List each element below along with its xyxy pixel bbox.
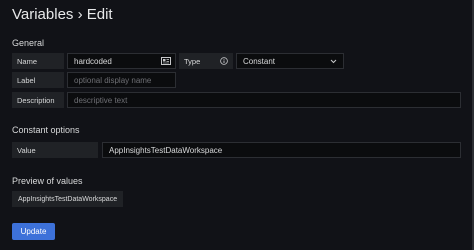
label-label: Label — [12, 72, 64, 88]
label-input[interactable] — [74, 75, 175, 85]
label-field[interactable] — [67, 72, 176, 88]
type-select[interactable]: Constant — [236, 53, 344, 69]
type-select-value: Constant — [243, 56, 276, 66]
value-label: Value — [12, 142, 98, 158]
page-title: Variables › Edit — [12, 6, 113, 23]
name-label: Name — [12, 53, 64, 69]
id-card-icon — [161, 57, 171, 65]
type-label: Type — [179, 53, 233, 69]
info-icon[interactable] — [220, 57, 228, 65]
description-input[interactable] — [74, 95, 460, 105]
value-input[interactable] — [109, 145, 460, 155]
chevron-down-icon — [330, 59, 337, 64]
description-field[interactable] — [67, 92, 461, 108]
type-label-text: Type — [184, 56, 201, 66]
preview-heading: Preview of values — [12, 176, 83, 186]
preview-value-chip: AppInsightsTestDataWorkspace — [12, 191, 124, 207]
constant-options-heading: Constant options — [12, 125, 80, 135]
value-field[interactable] — [102, 142, 461, 158]
general-heading: General — [12, 38, 45, 48]
name-input[interactable] — [74, 56, 161, 66]
description-label: Description — [12, 92, 64, 108]
name-field[interactable] — [67, 53, 176, 69]
update-button[interactable]: Update — [12, 223, 55, 240]
